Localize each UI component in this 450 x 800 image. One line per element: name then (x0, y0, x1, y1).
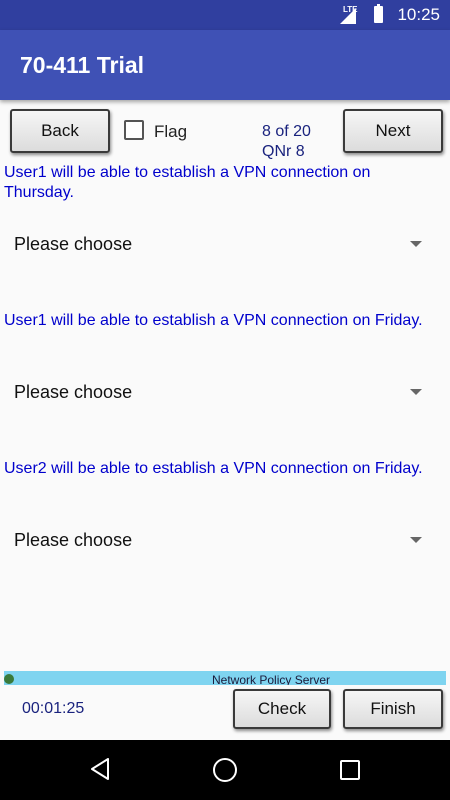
dropdown-arrow-icon (410, 241, 422, 247)
dropdown-arrow-icon (410, 537, 422, 543)
question-number: QNr 8 (262, 143, 305, 160)
elapsed-timer: 00:01:25 (22, 700, 85, 717)
exhibit-caption: Network Policy Server (212, 673, 331, 685)
answer-select-3[interactable]: Please choose (14, 526, 434, 556)
flag-label: Flag (154, 122, 188, 141)
answer-select-1[interactable]: Please choose (14, 230, 434, 260)
back-button[interactable]: Back (10, 109, 110, 153)
answer-select-value: Please choose (14, 530, 133, 550)
question-text-1: User1 will be able to establish a VPN co… (4, 164, 371, 201)
question-counter: 8 of 20 QNr 8 (262, 122, 311, 162)
finish-button[interactable]: Finish (343, 689, 443, 729)
question-position: 8 of 20 (262, 123, 311, 140)
home-nav-icon[interactable] (213, 758, 237, 782)
check-button[interactable]: Check (233, 689, 331, 729)
question-text-3: User2 will be able to establish a VPN co… (4, 460, 423, 477)
back-nav-icon[interactable] (90, 758, 110, 780)
answer-select-value: Please choose (14, 234, 133, 254)
recents-nav-icon[interactable] (340, 760, 360, 780)
answer-select-value: Please choose (14, 382, 133, 402)
status-bar: LTE 10:25 (0, 0, 450, 30)
system-nav-bar (0, 740, 450, 800)
exhibit-image[interactable]: Network Policy Server (4, 671, 446, 685)
battery-icon (374, 4, 383, 23)
dropdown-arrow-icon (410, 389, 422, 395)
question-text-2: User1 will be able to establish a VPN co… (4, 312, 423, 329)
clock: 10:25 (397, 5, 440, 24)
app-title: 70-411 Trial (20, 52, 145, 78)
next-button[interactable]: Next (343, 109, 443, 153)
network-type-label: LTE (343, 5, 358, 14)
app-bar: 70-411 Trial (0, 30, 450, 100)
flag-checkbox[interactable] (124, 120, 144, 140)
nps-icon (4, 674, 14, 684)
answer-select-2[interactable]: Please choose (14, 378, 434, 408)
